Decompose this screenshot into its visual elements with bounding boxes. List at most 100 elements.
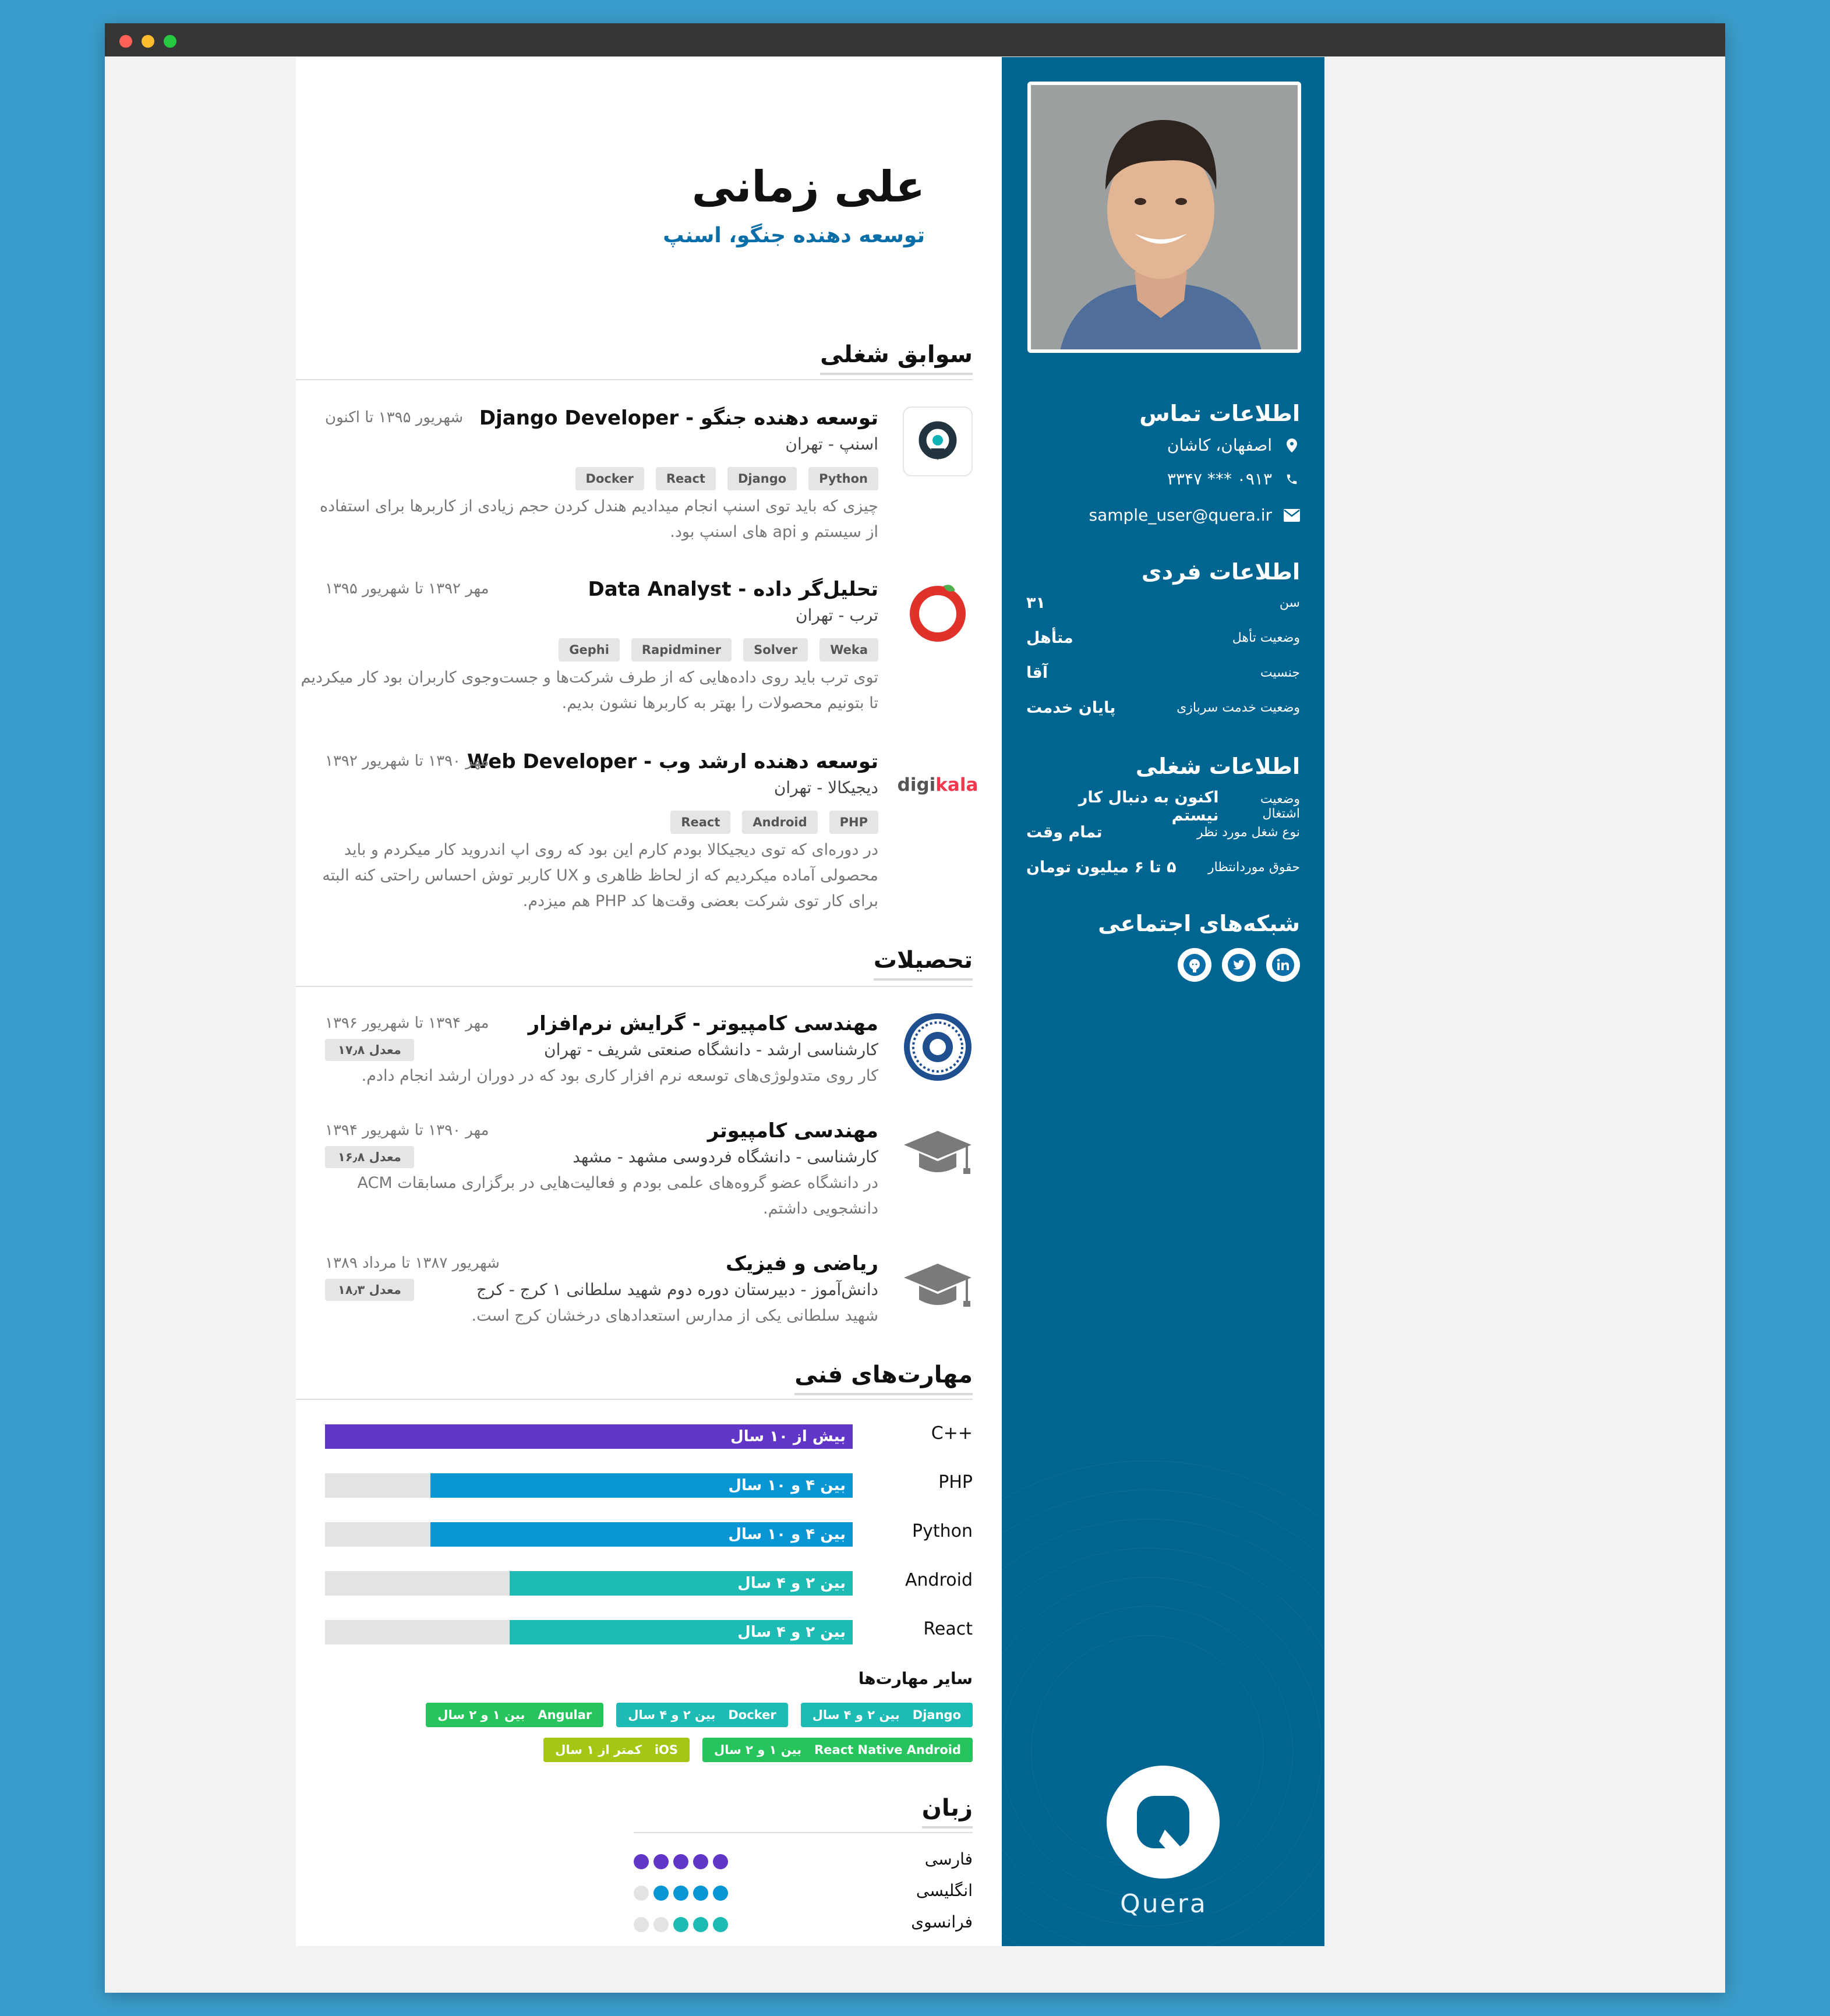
language-row: انگلیسی [575, 1881, 973, 1904]
description-line: از سیستم و api های اسنپ بود. [670, 523, 878, 541]
skill-chip: Django بین ۲ و ۴ سال [800, 1703, 973, 1727]
person-title: توسعه دهنده جنگو، اسنپ [663, 224, 925, 247]
other-skills-heading: سایر مهارت‌ها [858, 1669, 973, 1688]
description-line: توی ترب باید روی داده‌هایی که از طرف شرک… [301, 669, 878, 687]
degree-title: مهندسی کامپیوتر [707, 1119, 878, 1143]
level-dot [713, 1854, 728, 1869]
personal-row-marital: وضعیت تأهل متأهل [1026, 629, 1300, 647]
level-dot [653, 1854, 669, 1869]
skill-name: PHP [938, 1472, 973, 1492]
digikala-logo: digi kala [898, 750, 978, 820]
skill-tag: React [670, 811, 731, 834]
skill-fill: بین ۲ و ۴ سال [510, 1620, 853, 1644]
description-line: محصولی آماده میکردیم که از لحاظ ظاهری و … [322, 866, 878, 885]
career-row-type: نوع شغل مورد نظر تمام وقت [1026, 823, 1300, 841]
minimize-window-button[interactable] [142, 35, 154, 48]
description-line: برای کار توی شرکت بعضی وقت‌ها کد PHP هم … [522, 892, 878, 910]
description-line: دانشجویی داشتم. [763, 1200, 878, 1218]
divider [634, 1832, 973, 1833]
contact-email[interactable]: sample_user@quera.ir [1026, 505, 1300, 525]
row-key: حقوق موردانتظار [1208, 860, 1300, 875]
skill-chip: Docker بین ۲ و ۴ سال [616, 1703, 788, 1727]
graduation-cap-icon [904, 1264, 971, 1307]
gpa-badge: معدل ۱۸٫۳ [325, 1279, 414, 1301]
degree-date: مهر ۱۳۹۴ تا شهریور ۱۳۹۶ [325, 1014, 489, 1032]
job-tags: Python Django React Docker [575, 467, 878, 490]
graduation-cap-icon [904, 1131, 971, 1174]
row-key: وضعیت خدمت سربازی [1177, 701, 1300, 715]
skill-name: Android [905, 1570, 973, 1590]
job-description: چیزی که باید توی اسنپ انجام میدادیم هندل… [296, 494, 878, 545]
job-company: ترب - تهران [796, 606, 878, 625]
skill-tag: Docker [575, 467, 644, 490]
row-value: آقا [1026, 664, 1048, 682]
quera-logo [1107, 1766, 1220, 1879]
chip-years: بین ۲ و ۴ سال [812, 1708, 900, 1722]
skill-bar: C++ بیش از ۱۰ سال [325, 1423, 973, 1449]
torob-logo [910, 585, 966, 642]
skill-fill: بین ۲ و ۴ سال [510, 1571, 853, 1596]
other-skills-row: React Native Android بین ۱ و ۲ سال iOS کمت… [325, 1738, 973, 1762]
github-icon[interactable] [1178, 948, 1211, 982]
skill-name: C++ [931, 1423, 973, 1444]
languages-heading: زبان [921, 1795, 973, 1828]
skill-tag: Weka [819, 638, 878, 662]
divider [296, 986, 973, 987]
chip-name: Angular [538, 1708, 592, 1722]
career-info-heading: اطلاعات شغلی [1135, 754, 1300, 779]
linkedin-icon[interactable] [1266, 948, 1300, 982]
skill-chip: React Native Android بین ۱ و ۲ سال [702, 1738, 973, 1762]
job-description: توی ترب باید روی داده‌هایی که از طرف شرک… [296, 665, 878, 716]
level-dot [673, 1854, 688, 1869]
skill-name: React [923, 1619, 973, 1639]
skill-tag: Python [808, 467, 878, 490]
level-dot [713, 1886, 728, 1901]
degree-school: کارشناسی ارشد - دانشگاه صنعتی شریف - تهر… [544, 1040, 878, 1059]
contact-location: اصفهان، کاشان [1026, 436, 1300, 455]
level-dot [653, 1917, 669, 1932]
personal-row-gender: جنسیت آقا [1026, 664, 1300, 682]
skill-track: بین ۴ و ۱۰ سال [325, 1522, 853, 1547]
description-line: چیزی که باید توی اسنپ انجام میدادیم هندل… [319, 497, 878, 515]
language-name: انگلیسی [916, 1881, 973, 1900]
twitter-icon[interactable] [1222, 948, 1256, 982]
digikala-logo-part-a: digi [897, 774, 936, 795]
social-links [1178, 948, 1300, 982]
career-row-salary: حقوق موردانتظار ۵ تا ۶ میلیون تومان [1026, 858, 1300, 876]
level-dot [693, 1917, 708, 1932]
chip-name: Django [912, 1708, 961, 1722]
degree-title: مهندسی کامپیوتر - گرایش نرم‌افزار [528, 1012, 878, 1035]
phone-text: ۰۹۱۳ *** ۳۳۴۷ [1167, 469, 1272, 489]
window-titlebar [105, 23, 1725, 56]
level-dot [693, 1854, 708, 1869]
row-key: جنسیت [1260, 666, 1300, 680]
degree-title: ریاضی و فیزیک [725, 1252, 878, 1275]
level-dot [673, 1917, 688, 1932]
envelope-icon [1284, 507, 1300, 524]
skill-tag: React [655, 467, 716, 490]
row-value: تمام وقت [1026, 823, 1103, 841]
job-date: شهریور ۱۳۹۵ تا اکنون [325, 409, 464, 426]
location-pin-icon [1284, 437, 1300, 454]
close-window-button[interactable] [119, 35, 132, 48]
skill-tag: Android [742, 811, 818, 834]
chip-name: iOS [654, 1743, 679, 1757]
chip-name: React Native Android [814, 1743, 961, 1757]
skills-heading: مهارت‌های فنی [794, 1361, 973, 1395]
skill-track: بیش از ۱۰ سال [325, 1424, 853, 1449]
skill-tag: PHP [829, 811, 878, 834]
level-dot [713, 1917, 728, 1932]
row-value: ۵ تا ۶ میلیون تومان [1026, 858, 1177, 876]
skill-chip: Angular بین ۱ و ۲ سال [426, 1703, 604, 1727]
skill-bar: PHP بین ۴ و ۱۰ سال [325, 1472, 973, 1498]
skill-bar: React بین ۲ و ۴ سال [325, 1619, 973, 1644]
chip-name: Docker [728, 1708, 776, 1722]
email-text[interactable]: sample_user@quera.ir [1089, 505, 1272, 525]
skill-track: بین ۲ و ۴ سال [325, 1620, 853, 1644]
personal-info-heading: اطلاعات فردی [1141, 559, 1300, 585]
degree-school: دانش‌آموز - دبیرستان دوره دوم شهید سلطان… [476, 1280, 878, 1299]
maximize-window-button[interactable] [164, 35, 176, 48]
profile-photo [1027, 82, 1301, 353]
career-row-status: وضعیت اشتغال اکنون به دنبال کار نیستم [1026, 788, 1300, 825]
language-row: فرانسوی [575, 1912, 973, 1936]
